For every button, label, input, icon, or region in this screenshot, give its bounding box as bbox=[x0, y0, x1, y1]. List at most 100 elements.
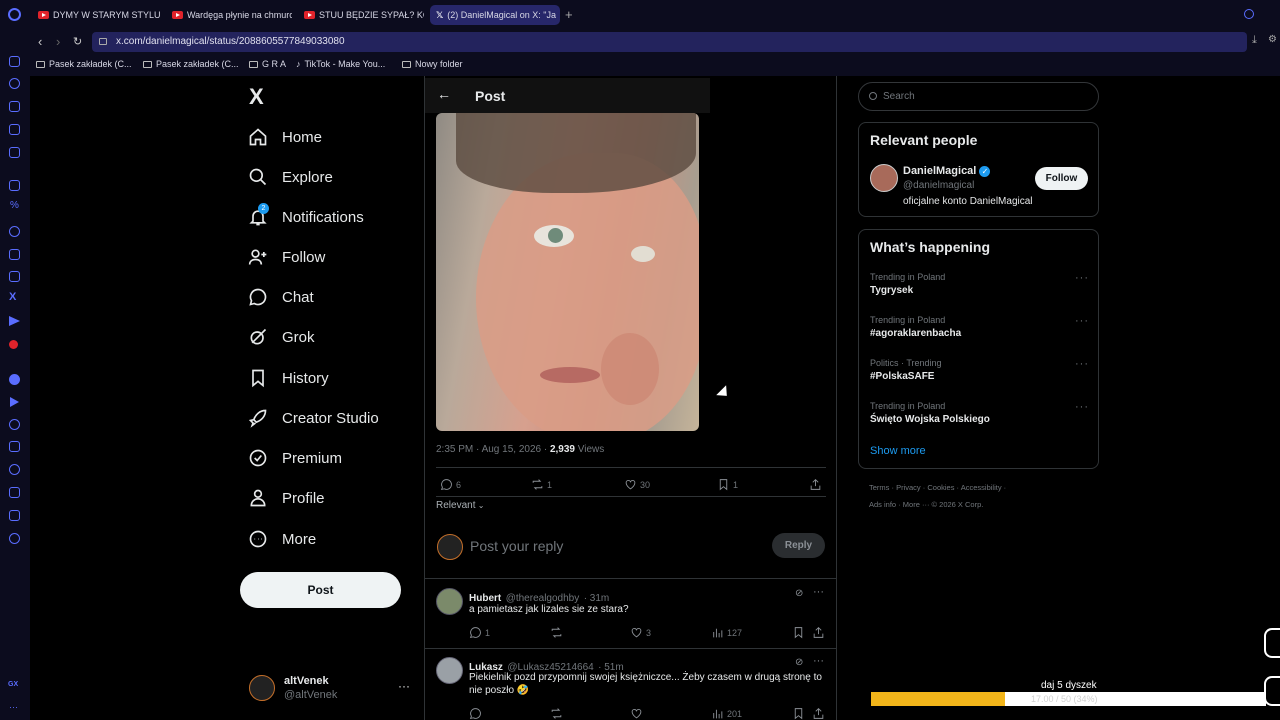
grok-icon[interactable]: ⊘ bbox=[795, 588, 803, 599]
reply-action[interactable]: 1 bbox=[469, 626, 490, 639]
nav-notifications[interactable]: Notifications 2 bbox=[248, 203, 364, 231]
repost-action[interactable]: 1 bbox=[531, 478, 552, 491]
trend-item[interactable]: Trending in Poland Tygrysek ··· bbox=[859, 268, 1098, 304]
browser-logo-icon[interactable] bbox=[8, 8, 21, 21]
x-app-icon[interactable]: X bbox=[9, 291, 16, 303]
search-input[interactable]: Search bbox=[858, 82, 1099, 111]
wallet-icon[interactable] bbox=[9, 441, 20, 452]
search-tabs-icon[interactable] bbox=[1244, 9, 1254, 19]
nav-chat[interactable]: Chat bbox=[248, 283, 314, 311]
bookmark-folder[interactable]: Nowy folder bbox=[402, 59, 463, 69]
browser-tab[interactable]: STUU BĘDZIE SYPAŁ? KON bbox=[298, 5, 424, 25]
grok-icon[interactable]: ⊘ bbox=[795, 657, 803, 668]
more-icon[interactable]: ··· bbox=[1075, 358, 1089, 370]
footer-link[interactable]: More ··· bbox=[903, 500, 930, 509]
more-icon[interactable]: ··· bbox=[9, 702, 18, 712]
bookmark-folder[interactable]: Pasek zakładek (C... bbox=[36, 59, 132, 69]
sidebar-app-icon[interactable] bbox=[9, 124, 20, 135]
bookmark-action[interactable] bbox=[792, 707, 808, 720]
footer-link[interactable]: Cookies bbox=[927, 483, 954, 492]
notification-badge-icon[interactable] bbox=[9, 340, 18, 349]
reply-item[interactable]: Hubert @therealgodhby · 31m ⊘ ··· a pami… bbox=[436, 586, 828, 648]
instagram-icon[interactable] bbox=[9, 271, 20, 282]
reply-action[interactable]: 6 bbox=[440, 478, 461, 491]
follow-button[interactable]: Follow bbox=[1035, 167, 1088, 190]
history-icon[interactable] bbox=[9, 464, 20, 475]
sidebar-app-icon[interactable] bbox=[9, 56, 20, 67]
bookmark-link[interactable]: ♪ TikTok - Make You... bbox=[296, 59, 385, 69]
repost-action[interactable] bbox=[550, 707, 566, 720]
person-name-row[interactable]: DanielMagical ✓ bbox=[903, 165, 991, 177]
bookmark-folder[interactable]: G R A bbox=[249, 59, 286, 69]
nav-history[interactable]: History bbox=[248, 364, 329, 392]
like-action[interactable]: 3 bbox=[630, 626, 651, 639]
like-action[interactable]: 30 bbox=[624, 478, 650, 491]
trend-item[interactable]: Politics · Trending #PolskaSAFE ··· bbox=[859, 354, 1098, 390]
telegram-icon[interactable] bbox=[9, 316, 20, 326]
reply-item[interactable]: Lukasz @Lukasz45214664 · 51m ⊘ ··· Pieki… bbox=[436, 655, 828, 720]
x-logo[interactable]: X bbox=[249, 84, 264, 110]
account-switcher[interactable]: altVenek @altVenek ··· bbox=[249, 673, 412, 705]
easy-setup-icon[interactable]: ⚙ bbox=[1268, 34, 1277, 45]
more-icon[interactable]: ··· bbox=[813, 586, 824, 598]
bookmark-action[interactable] bbox=[792, 626, 808, 639]
back-arrow-icon[interactable]: ← bbox=[437, 86, 451, 102]
nav-follow[interactable]: Follow bbox=[248, 243, 325, 271]
nav-premium[interactable]: Premium bbox=[248, 444, 342, 472]
sidebar-app-icon[interactable] bbox=[9, 101, 20, 112]
sidebar-app-icon[interactable] bbox=[9, 78, 20, 89]
views-action[interactable]: 127 bbox=[711, 626, 742, 639]
nav-profile[interactable]: Profile bbox=[248, 484, 325, 512]
heart-icon[interactable] bbox=[9, 419, 20, 430]
more-icon[interactable]: ··· bbox=[813, 655, 824, 667]
nav-creator-studio[interactable]: Creator Studio bbox=[248, 404, 379, 432]
footer-link[interactable]: Ads info bbox=[869, 500, 896, 509]
nav-grok[interactable]: Grok bbox=[248, 323, 315, 351]
more-icon[interactable]: ··· bbox=[398, 679, 410, 693]
reply-input[interactable]: Post your reply bbox=[470, 538, 563, 554]
sidebar-app-icon[interactable] bbox=[9, 147, 20, 158]
share-action[interactable] bbox=[809, 478, 825, 491]
nav-more[interactable]: More bbox=[248, 525, 316, 553]
browser-tab[interactable]: DYMY W STARYM STYLU I bbox=[32, 5, 160, 25]
browser-tab[interactable]: Wardęga płynie na chmurc bbox=[166, 5, 292, 25]
trend-item[interactable]: Trending in Poland #agoraklarenbacha ··· bbox=[859, 311, 1098, 347]
bookmark-folder[interactable]: Pasek zakładek (C... bbox=[143, 59, 239, 69]
url-field[interactable]: x.com/danielmagical/status/2088605577849… bbox=[92, 32, 1247, 52]
post-timestamp[interactable]: 2:35 PM · Aug 15, 2026 · bbox=[436, 444, 550, 455]
share-action[interactable] bbox=[812, 707, 828, 720]
forward-icon[interactable]: › bbox=[56, 34, 60, 49]
download-icon[interactable] bbox=[9, 487, 20, 498]
gx-icon[interactable]: GX bbox=[8, 681, 18, 688]
nav-explore[interactable]: Explore bbox=[248, 163, 333, 191]
repost-action[interactable] bbox=[550, 626, 566, 639]
back-icon[interactable]: ‹ bbox=[38, 34, 42, 49]
percent-icon[interactable]: % bbox=[10, 200, 19, 211]
avatar[interactable] bbox=[870, 164, 898, 192]
new-tab-button[interactable]: + bbox=[565, 7, 573, 22]
play-icon[interactable] bbox=[10, 397, 19, 407]
reload-icon[interactable]: ↻ bbox=[73, 35, 82, 48]
views-action[interactable]: 201 bbox=[711, 707, 742, 720]
nav-home[interactable]: Home bbox=[248, 123, 322, 151]
reply-action[interactable] bbox=[469, 707, 485, 720]
download-icon[interactable]: ⤓ bbox=[1252, 34, 1257, 47]
discord-icon[interactable] bbox=[9, 249, 20, 260]
post-button[interactable]: Post bbox=[240, 572, 401, 608]
settings-icon[interactable] bbox=[9, 533, 20, 544]
more-icon[interactable]: ··· bbox=[1075, 272, 1089, 284]
footer-link[interactable]: Accessibility bbox=[961, 483, 1002, 492]
post-photo[interactable] bbox=[436, 113, 699, 431]
sidebar-app-icon[interactable] bbox=[9, 374, 20, 385]
footer-link[interactable]: Terms bbox=[869, 483, 889, 492]
bookmark-action[interactable]: 1 bbox=[717, 478, 738, 491]
reply-button[interactable]: Reply bbox=[772, 533, 825, 558]
footer-link[interactable]: Privacy bbox=[896, 483, 921, 492]
more-icon[interactable]: ··· bbox=[1075, 315, 1089, 327]
messenger-icon[interactable] bbox=[9, 226, 20, 237]
like-action[interactable] bbox=[630, 707, 646, 720]
show-more-link[interactable]: Show more bbox=[870, 445, 926, 457]
trend-item[interactable]: Trending in Poland Święto Wojska Polskie… bbox=[859, 397, 1098, 433]
reply-sort-dropdown[interactable]: Relevant ⌄ bbox=[436, 500, 484, 511]
sidebar-app-icon[interactable] bbox=[9, 510, 20, 521]
